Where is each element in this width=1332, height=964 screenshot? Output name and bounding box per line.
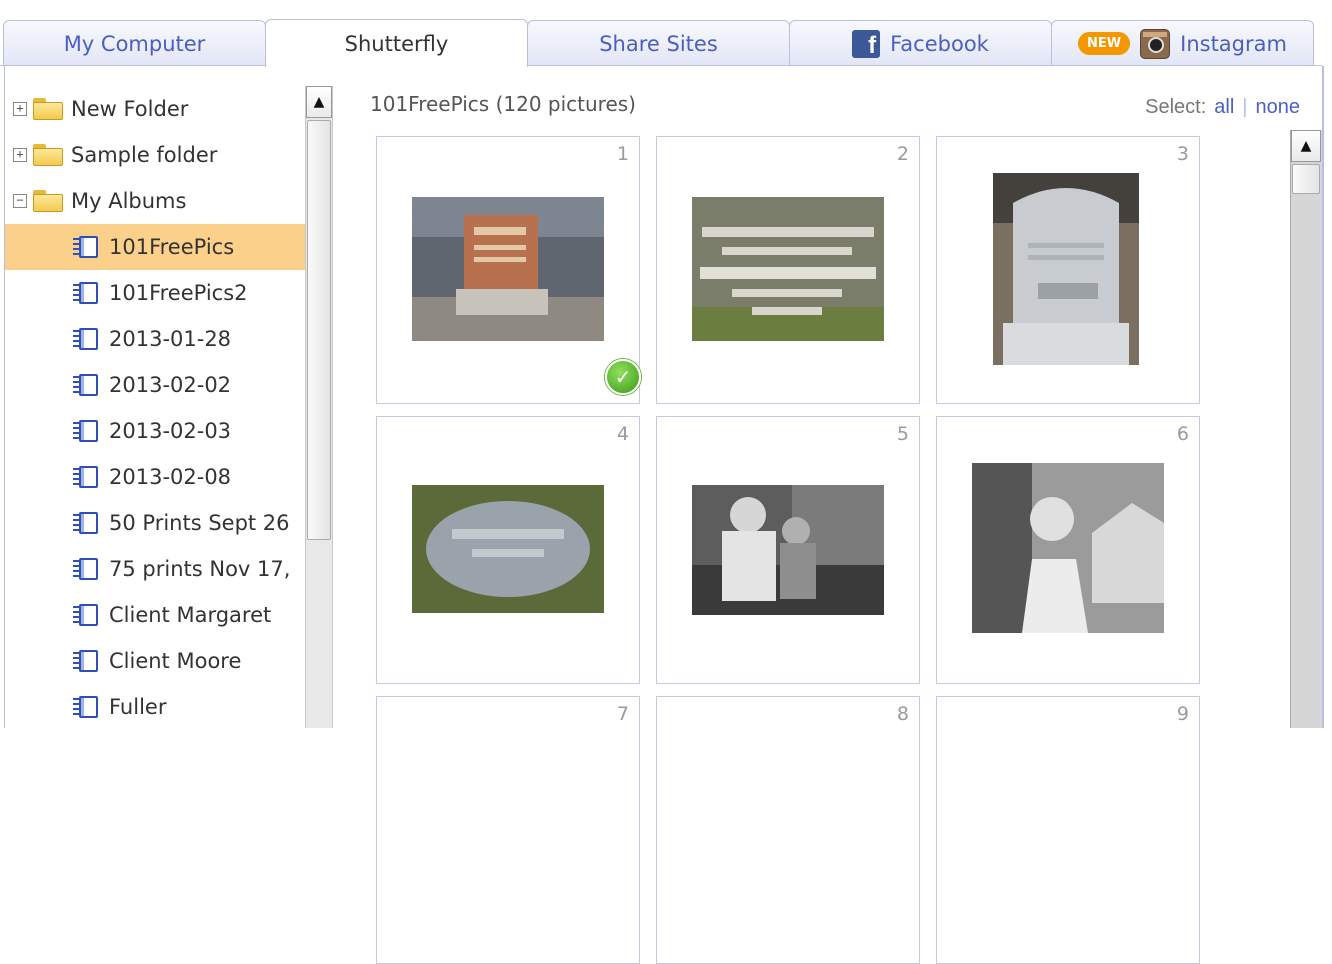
scroll-thumb[interactable] — [1292, 164, 1320, 194]
facebook-icon: f — [852, 29, 881, 58]
scroll-up-button[interactable]: ▲ — [1291, 130, 1321, 162]
photo-cell[interactable]: 4 — [376, 416, 640, 684]
select-none-link[interactable]: none — [1256, 96, 1301, 119]
photo-number: 5 — [896, 423, 909, 445]
tab-facebook[interactable]: f Facebook — [789, 20, 1052, 66]
photo-number: 9 — [1176, 703, 1189, 725]
tree-album[interactable]: 2013-02-02 — [5, 362, 305, 408]
tree-album[interactable]: Client Margaret — [5, 592, 305, 638]
photo-cell[interactable]: 8 — [656, 696, 920, 964]
instagram-icon — [1140, 28, 1171, 59]
album-icon — [73, 372, 99, 398]
tree-folder[interactable]: + Sample folder — [5, 132, 305, 178]
album-label: 75 prints Nov 17, — [109, 557, 291, 581]
album-icon — [73, 280, 99, 306]
source-tabs: My Computer Shutterfly Share Sites f Fac… — [0, 0, 1332, 67]
tree-album[interactable]: 101FreePics2 — [5, 270, 305, 316]
photo-thumbnail — [993, 173, 1139, 365]
tab-label: My Computer — [63, 31, 206, 56]
tab-label: Shutterfly — [344, 31, 449, 56]
album-label: 2013-02-08 — [109, 465, 232, 489]
tab-share-sites[interactable]: Share Sites — [527, 20, 790, 66]
tree-album[interactable]: 50 Prints Sept 26 — [5, 500, 305, 546]
select-all-link[interactable]: all — [1214, 96, 1234, 119]
album-icon — [73, 418, 99, 444]
photo-number: 4 — [616, 423, 629, 445]
photo-cell[interactable]: 5 — [656, 416, 920, 684]
album-icon — [73, 326, 99, 352]
tab-label: Instagram — [1180, 31, 1287, 56]
folder-icon — [33, 190, 63, 212]
tree-album[interactable]: 2013-02-08 — [5, 454, 305, 500]
album-label: 50 Prints Sept 26 — [109, 511, 290, 535]
photo-cell[interactable]: 9 — [936, 696, 1200, 964]
tab-my-computer[interactable]: My Computer — [3, 20, 266, 66]
photo-scrollbar[interactable]: ▲ — [1290, 130, 1322, 728]
tree-scrollbar[interactable]: ▲ — [305, 86, 333, 728]
album-title: 101FreePics (120 pictures) — [370, 92, 636, 116]
album-label: Fuller — [109, 695, 167, 719]
tab-shutterfly[interactable]: Shutterfly — [265, 19, 528, 67]
tree-folder[interactable]: + New Folder — [5, 86, 305, 132]
photo-thumbnail — [412, 485, 604, 613]
photo-thumbnail — [692, 485, 884, 615]
separator: | — [1242, 96, 1248, 118]
photo-number: 1 — [616, 143, 629, 165]
album-label: Client Moore — [109, 649, 242, 673]
new-badge: NEW — [1078, 32, 1131, 55]
tab-label: Facebook — [890, 31, 989, 56]
selected-check-icon: ✓ — [605, 359, 641, 395]
tree-album[interactable]: Client Moore — [5, 638, 305, 684]
tree-album[interactable]: 75 prints Nov 17, — [5, 546, 305, 592]
album-label: 2013-02-02 — [109, 373, 232, 397]
photo-cell[interactable]: 7 — [376, 696, 640, 964]
panel-border — [1322, 66, 1324, 728]
select-bar: Select: all | none — [1145, 96, 1300, 119]
album-icon — [73, 510, 99, 536]
collapse-icon[interactable]: − — [13, 194, 27, 208]
tree-album-selected[interactable]: 101FreePics — [5, 224, 305, 270]
photo-number: 8 — [896, 703, 909, 725]
album-icon — [73, 602, 99, 628]
tree-album[interactable]: Fuller — [5, 684, 305, 728]
folder-icon — [33, 98, 63, 120]
photo-cell[interactable]: 3 — [936, 136, 1200, 404]
album-icon — [73, 556, 99, 582]
scroll-thumb[interactable] — [307, 120, 331, 540]
photo-number: 2 — [896, 143, 909, 165]
photo-number: 6 — [1176, 423, 1189, 445]
album-label: 2013-01-28 — [109, 327, 232, 351]
folder-label: New Folder — [71, 97, 189, 121]
photo-number: 3 — [1176, 143, 1189, 165]
album-label: 101FreePics2 — [109, 281, 248, 305]
photo-cell[interactable]: 6 — [936, 416, 1200, 684]
folder-icon — [33, 144, 63, 166]
expand-icon[interactable]: + — [13, 102, 27, 116]
tab-label: Share Sites — [599, 31, 718, 56]
tree-album[interactable]: 2013-02-03 — [5, 408, 305, 454]
tree-folder[interactable]: − My Albums — [5, 178, 305, 224]
album-label: Client Margaret — [109, 603, 272, 627]
folder-label: Sample folder — [71, 143, 218, 167]
tree-album[interactable]: 2013-01-28 — [5, 316, 305, 362]
photo-thumbnail — [972, 463, 1164, 633]
expand-icon[interactable]: + — [13, 148, 27, 162]
album-icon — [73, 648, 99, 674]
select-label: Select: — [1145, 96, 1207, 118]
album-label: 101FreePics — [109, 235, 235, 259]
photo-cell[interactable]: 1 ✓ — [376, 136, 641, 404]
folder-tree: + New Folder + Sample folder − My Albums… — [4, 66, 335, 728]
photo-cell[interactable]: 2 — [656, 136, 920, 404]
tab-instagram[interactable]: NEW Instagram — [1051, 20, 1314, 66]
album-icon — [73, 234, 99, 260]
folder-label: My Albums — [71, 189, 187, 213]
album-label: 2013-02-03 — [109, 419, 232, 443]
album-icon — [73, 694, 99, 720]
scroll-up-button[interactable]: ▲ — [306, 86, 332, 118]
photo-thumbnail — [692, 197, 884, 341]
photo-number: 7 — [616, 703, 629, 725]
photo-panel: 101FreePics (120 pictures) Select: all |… — [334, 66, 1324, 964]
photo-thumbnail — [412, 197, 604, 341]
album-icon — [73, 464, 99, 490]
